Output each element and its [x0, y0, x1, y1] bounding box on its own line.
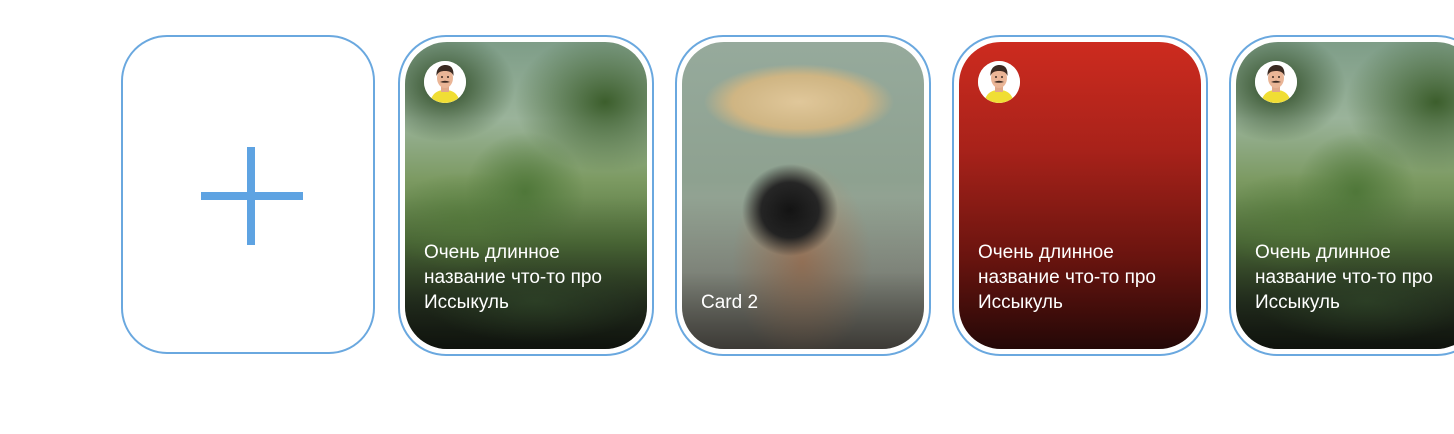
story-card-title: Очень длинное название что-то про Иссыку… — [424, 242, 602, 313]
story-card-title: Очень длинное название что-то про Иссыку… — [978, 242, 1156, 313]
story-card-clipped-container: Очень длинное название что-то про Иссыку… — [1229, 35, 1454, 356]
avatar — [1255, 61, 1297, 103]
story-card[interactable]: Очень длинное название что-то про Иссыку… — [952, 35, 1208, 356]
stories-row: Очень длинное название что-то про Иссыку… — [0, 0, 1454, 434]
story-card-title: Card 2 — [701, 292, 759, 313]
story-card[interactable]: Card 2 — [675, 35, 931, 356]
story-card[interactable]: Очень длинное название что-то про Иссыку… — [1229, 35, 1454, 356]
story-card-image: Очень длинное название что-то про Иссыку… — [1236, 42, 1454, 349]
story-card[interactable]: Очень длинное название что-то про Иссыку… — [398, 35, 654, 356]
story-card-image: Очень длинное название что-то про Иссыку… — [405, 42, 647, 349]
story-card-title: Очень длинное название что-то про Иссыку… — [1255, 242, 1433, 313]
story-card-image: Очень длинное название что-то про Иссыку… — [959, 42, 1201, 349]
avatar — [424, 61, 466, 103]
add-story-button[interactable] — [121, 35, 375, 354]
avatar — [978, 61, 1020, 103]
story-card-image: Card 2 — [682, 42, 924, 349]
